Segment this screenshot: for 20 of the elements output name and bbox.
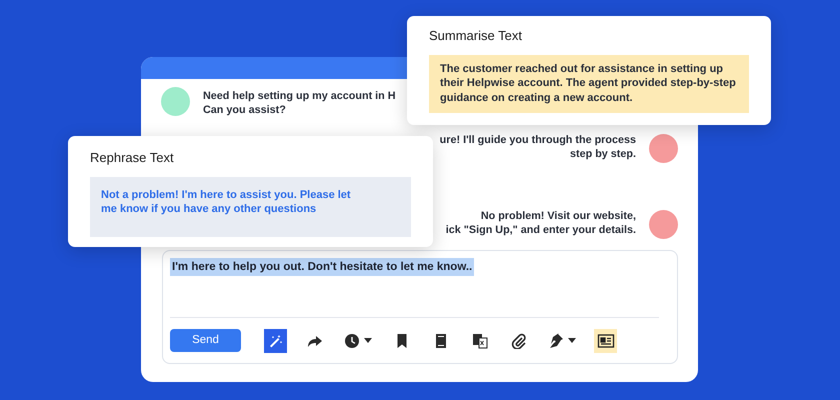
translate-icon — [472, 332, 488, 348]
magic-wand-tool[interactable] — [264, 328, 287, 352]
send-button[interactable]: Send — [170, 329, 241, 352]
paperclip-icon — [510, 332, 526, 348]
summary-text: The customer reached out for assistance in setting up their Helpwise account. The agent provided step-by-step guidance on creating a new account. — [429, 54, 749, 113]
contact-card-icon — [596, 332, 614, 348]
pen-icon — [548, 332, 564, 348]
panel-title: Summarise Text — [429, 27, 523, 45]
magic-wand-icon — [268, 332, 284, 348]
message-text: Need help setting up my account in H Can you assist? — [203, 90, 396, 117]
caret-icon — [364, 338, 372, 343]
message-text: ure! I'll guide you through the process step by step. — [440, 134, 636, 161]
rephrased-text: Not a problem! I'm here to assist you. Please let me know if you have any other questions — [90, 176, 411, 236]
selected-text: I'm here to help you out. Don't hesitate to let me know.. — [170, 258, 474, 276]
clock-icon — [344, 332, 360, 348]
message-text: No problem! Visit our website, ick "Sign Up," and enter your details. — [446, 210, 636, 237]
caret-icon — [568, 338, 576, 343]
contact-card-tool[interactable] — [594, 328, 617, 352]
reply-editor[interactable]: I'm here to help you out. Don't hesitate to let me know.. Send — [162, 250, 678, 364]
panel-title: Rephrase Text — [90, 149, 175, 167]
